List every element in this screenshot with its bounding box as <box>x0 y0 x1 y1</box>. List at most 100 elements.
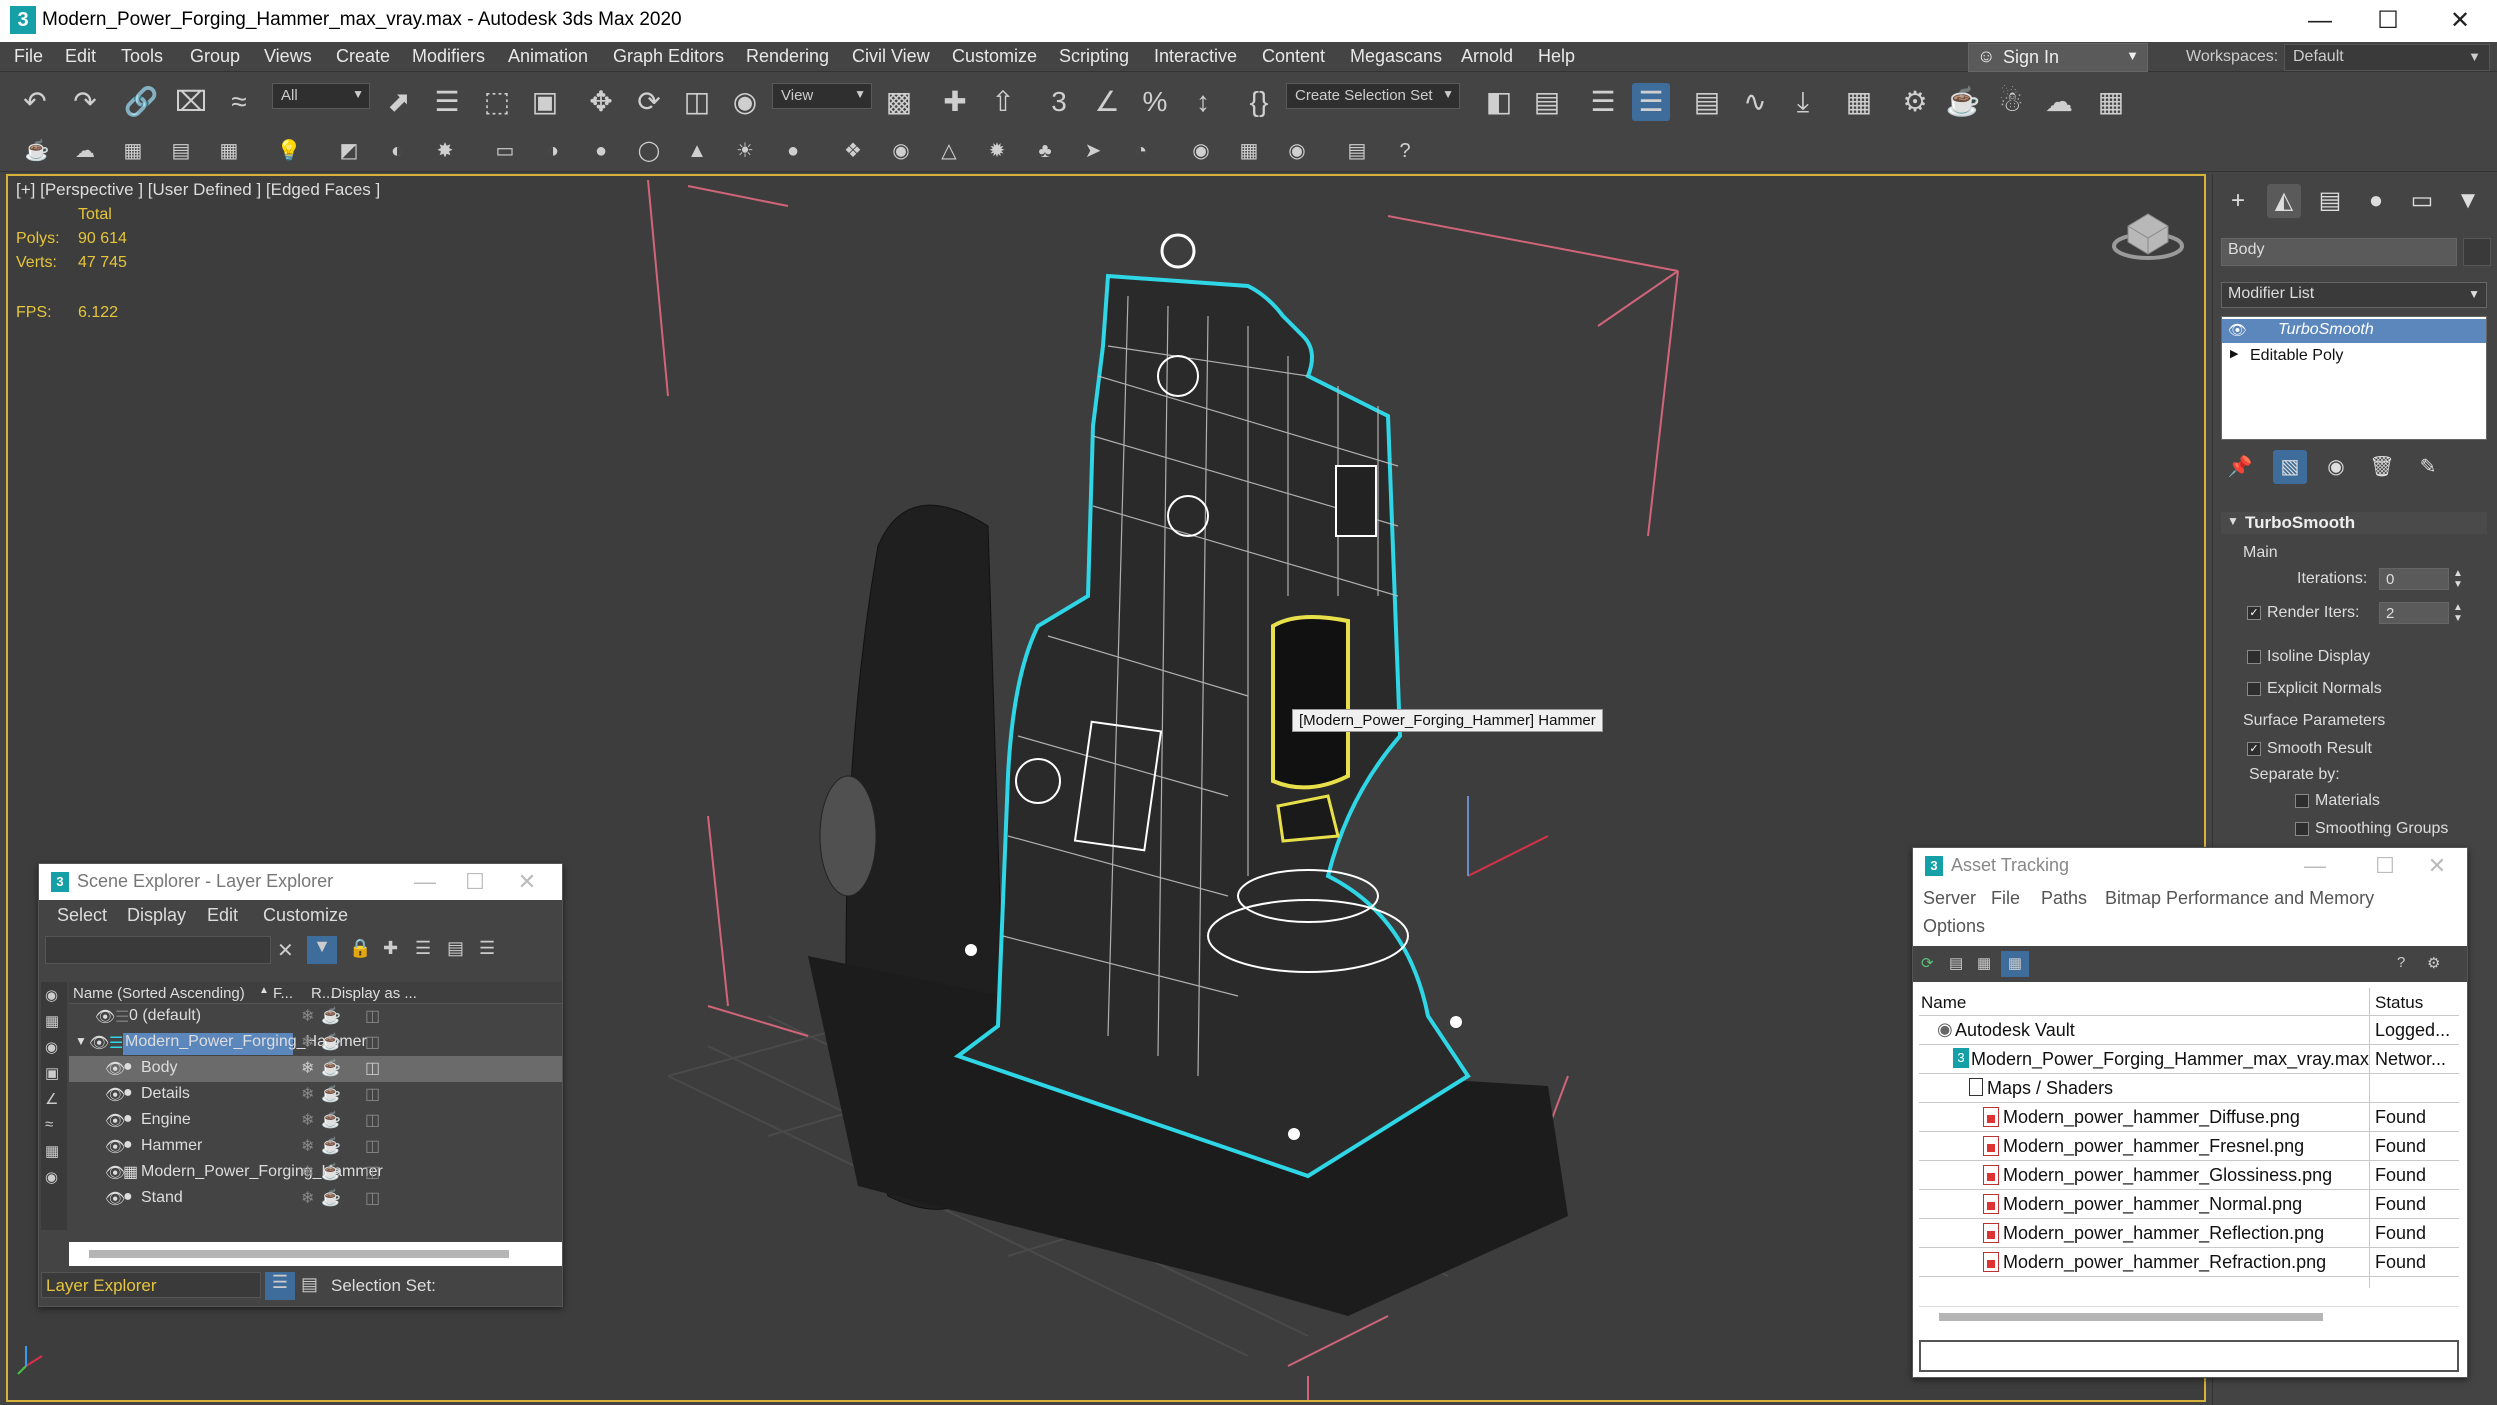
decal-icon[interactable]: ➤ <box>1078 136 1108 166</box>
column-freeze[interactable]: F... <box>273 985 293 1002</box>
layer-explorer-dropdown[interactable]: Layer Explorer <box>41 1272 261 1298</box>
percent-snap-icon[interactable]: % <box>1136 83 1174 121</box>
minimize-button[interactable]: — <box>2295 850 2335 882</box>
stack-item-editable-poly[interactable]: ▶ Editable Poly <box>2222 345 2486 369</box>
display-box-icon[interactable]: ◫ <box>365 1032 380 1052</box>
selection-set-icon[interactable]: ▤ <box>301 1274 318 1295</box>
sphere-icon[interactable]: ● <box>586 136 616 166</box>
display-box-icon[interactable]: ◫ <box>365 1006 380 1026</box>
materials-checkbox[interactable] <box>2295 794 2309 808</box>
menu-edit[interactable]: Edit <box>207 905 238 926</box>
lock-icon[interactable]: 🔒 <box>349 938 371 959</box>
dome-icon[interactable]: ◑ <box>538 136 568 166</box>
new-layer-icon[interactable]: ☰ <box>415 938 431 959</box>
sign-in-dropdown[interactable]: ☺ Sign In ▼ <box>1968 43 2148 72</box>
camera-icon[interactable]: ▣ <box>45 1064 59 1082</box>
geometry-icon[interactable]: ▦ <box>45 1012 59 1030</box>
camera-icon[interactable]: ◩ <box>334 136 364 166</box>
globe-icon[interactable]: ◉ <box>1186 136 1216 166</box>
close-button[interactable]: ✕ <box>2417 850 2457 882</box>
render-setup-icon[interactable]: ⚙ <box>1896 83 1934 121</box>
column-name[interactable]: Name <box>1921 993 1966 1013</box>
named-selection-dropdown[interactable]: Create Selection Set ▼ <box>1286 83 1460 109</box>
render-teapot-icon[interactable]: ☕ <box>321 1188 341 1208</box>
menu-animation[interactable]: Animation <box>508 46 588 67</box>
table-view-icon[interactable]: ▦ <box>1977 954 1991 972</box>
display-box-icon[interactable]: ◫ <box>365 1084 380 1104</box>
menu-options[interactable]: Options <box>1923 916 1985 937</box>
render-production-icon[interactable]: ☃ <box>1992 83 2030 121</box>
display-box-icon[interactable]: ◫ <box>365 1162 380 1182</box>
menu-arnold[interactable]: Arnold <box>1461 46 1513 67</box>
display-box-icon[interactable]: ◫ <box>365 1110 380 1130</box>
object-color-swatch[interactable] <box>2463 238 2491 266</box>
smoothing-groups-checkbox[interactable] <box>2295 822 2309 836</box>
column-name[interactable]: Name (Sorted Ascending) <box>73 985 245 1002</box>
group-icon[interactable]: ▦ <box>45 1142 59 1160</box>
pin-stack-icon[interactable]: 📌 <box>2223 450 2257 484</box>
menu-content[interactable]: Content <box>1262 46 1325 67</box>
horizontal-scrollbar[interactable] <box>69 1242 562 1266</box>
menu-display[interactable]: Display <box>127 905 186 926</box>
help-icon[interactable]: ? <box>2397 954 2405 971</box>
env-fog-icon[interactable]: ◔ <box>1126 136 1156 166</box>
spinner-arrows-icon[interactable]: ▲ ▼ <box>2453 602 2463 624</box>
expand-arrow-icon[interactable]: ▶ <box>2230 347 2238 360</box>
motion-tab-icon[interactable]: ● <box>2359 184 2393 218</box>
align-icon[interactable]: ▤ <box>1528 83 1566 121</box>
script-icon[interactable]: ▤ <box>1342 136 1372 166</box>
menu-views[interactable]: Views <box>264 46 312 67</box>
eye-icon[interactable]: 👁 <box>95 1007 115 1027</box>
keyboard-shortcut-icon[interactable]: ⇧ <box>984 83 1022 121</box>
refresh-icon[interactable]: ⟳ <box>1921 954 1934 972</box>
capsule-icon[interactable]: ◉ <box>886 136 916 166</box>
menu-file[interactable]: File <box>14 46 43 67</box>
curve-editor-icon[interactable]: ∿ <box>1736 83 1774 121</box>
asset-row-fresnel[interactable]: Modern_power_hammer_Fresnel.png Found <box>1919 1132 2459 1161</box>
menu-help[interactable]: Help <box>1538 46 1575 67</box>
render-iters-spinner[interactable]: 2 <box>2379 602 2449 624</box>
toggle-layer-explorer-icon[interactable]: ☰ <box>1632 83 1670 121</box>
layer-row-body[interactable]: 👁 ● Body ❄ ☕ ◫ <box>69 1056 562 1082</box>
menu-paths[interactable]: Paths <box>2041 888 2087 909</box>
layer-row-hammer[interactable]: 👁 ● Hammer ❄ ☕ ◫ <box>69 1134 562 1160</box>
spinner-snap-icon[interactable]: ↕ <box>1184 83 1222 121</box>
add-layer-icon[interactable]: ✚ <box>383 938 398 959</box>
expand-arrow-icon[interactable]: ▼ <box>75 1034 87 1048</box>
light-bulb-icon[interactable]: ◉ <box>45 1038 58 1056</box>
render-teapot-icon[interactable]: ☕ <box>321 1006 341 1026</box>
asset-row-maps[interactable]: Maps / Shaders <box>1919 1074 2459 1103</box>
plant-icon[interactable]: ♣ <box>1030 136 1060 166</box>
display-tab-icon[interactable]: ▭ <box>2405 184 2439 218</box>
torus-icon[interactable]: ◯ <box>634 136 664 166</box>
shape-icon[interactable]: ∠ <box>45 1090 58 1108</box>
scale-icon[interactable]: ◫ <box>678 83 716 121</box>
menu-create[interactable]: Create <box>336 46 390 67</box>
modify-tab-icon[interactable]: ◭ <box>2267 184 2301 218</box>
freeze-icon[interactable]: ❄ <box>301 1162 314 1182</box>
menu-server[interactable]: Server <box>1923 888 1976 909</box>
layers-stack-icon[interactable]: ☰ <box>479 938 495 959</box>
maximize-button[interactable]: ☐ <box>2365 850 2405 882</box>
minimize-button[interactable]: — <box>2290 4 2350 38</box>
layer-row-details[interactable]: 👁 ● Details ❄ ☕ ◫ <box>69 1082 562 1108</box>
explicit-normals-checkbox[interactable] <box>2247 682 2261 696</box>
asset-row-vault[interactable]: ◉ Autodesk Vault Logged... <box>1919 1016 2459 1045</box>
layer-row-hammer-group[interactable]: 👁 ▦ Modern_Power_Forging_Hammer ❄ ☕ ◫ <box>69 1160 562 1186</box>
viewcube[interactable] <box>2112 213 2184 260</box>
grid-icon[interactable]: ▦ <box>214 136 244 166</box>
render-teapot-icon[interactable]: ☕ <box>321 1058 341 1078</box>
clear-search-icon[interactable]: ✕ <box>277 938 294 963</box>
select-by-name-icon[interactable]: ☰ <box>428 83 466 121</box>
filter-icon[interactable]: ▼ <box>307 936 337 964</box>
freeze-icon[interactable]: ❄ <box>301 1110 314 1130</box>
frame-buffer-icon[interactable]: ▦ <box>1234 136 1264 166</box>
column-display-as[interactable]: Display as ... <box>331 985 417 1002</box>
freeze-icon[interactable]: ❄ <box>301 1032 314 1052</box>
reference-coordinate-dropdown[interactable]: View ▼ <box>772 83 872 109</box>
sphere-light-icon[interactable]: ● <box>778 136 808 166</box>
layer-row-engine[interactable]: 👁 ● Engine ❄ ☕ ◫ <box>69 1108 562 1134</box>
a360-gallery-icon[interactable]: ▦ <box>2092 83 2130 121</box>
place-icon[interactable]: ◉ <box>726 83 764 121</box>
render-teapot-icon[interactable]: ☕ <box>321 1032 341 1052</box>
